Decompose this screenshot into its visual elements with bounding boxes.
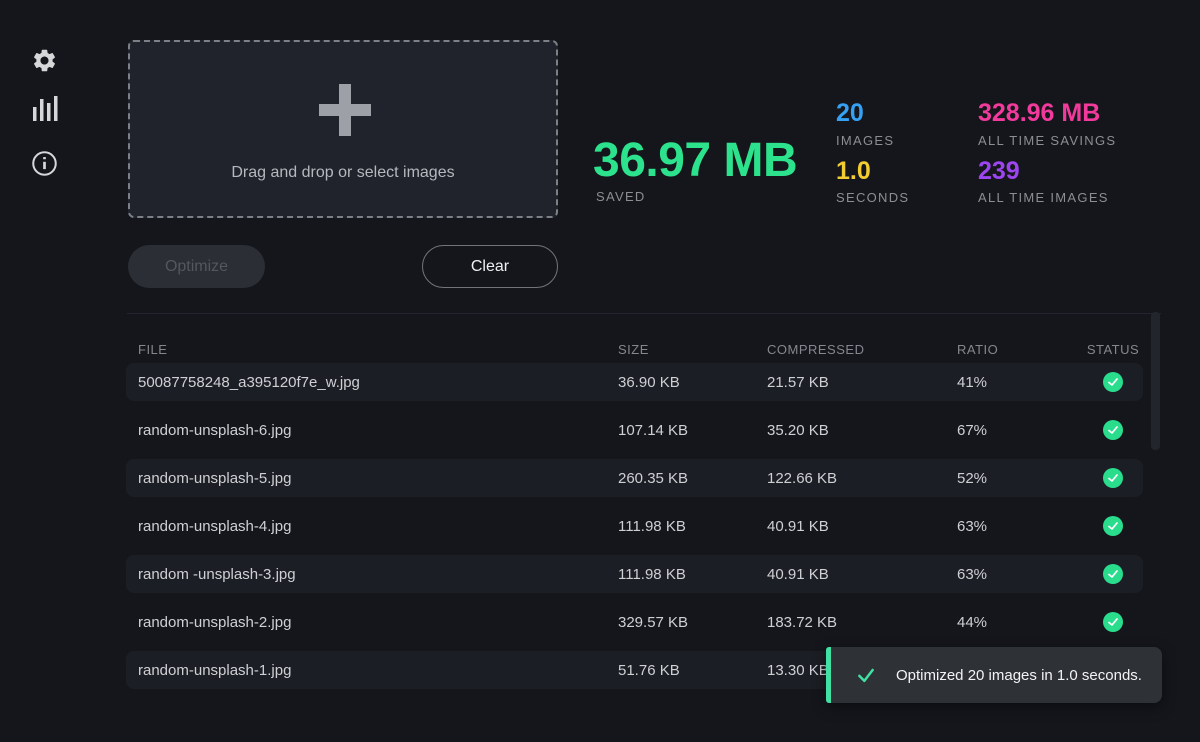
success-check-icon (1103, 468, 1123, 488)
status-cell (1083, 420, 1143, 440)
images-count-label: IMAGES (836, 133, 894, 148)
size-cell: 260.35 KB (618, 470, 767, 487)
seconds-label: SECONDS (836, 190, 909, 205)
compressed-cell: 40.91 KB (767, 518, 957, 535)
scrollbar-thumb[interactable] (1151, 312, 1160, 450)
ratio-cell: 44% (957, 614, 1083, 631)
gear-icon (31, 47, 58, 74)
section-divider (127, 313, 1161, 314)
compressed-cell: 183.72 KB (767, 614, 957, 631)
all-time-images-value: 239 (978, 157, 1020, 186)
success-check-icon (1103, 372, 1123, 392)
status-cell (1083, 468, 1143, 488)
all-time-savings-label: ALL TIME SAVINGS (978, 133, 1116, 148)
file-cell: 50087758248_a395120f7e_w.jpg (126, 374, 618, 391)
column-compressed: COMPRESSED (767, 342, 957, 357)
toast-message: Optimized 20 images in 1.0 seconds. (896, 667, 1142, 684)
status-cell (1083, 612, 1143, 632)
app-window: Drag and drop or select images 36.97 MB … (0, 0, 1200, 742)
table-header: FILE SIZE COMPRESSED RATIO STATUS (126, 341, 1143, 357)
column-ratio: RATIO (957, 342, 1083, 357)
compressed-cell: 40.91 KB (767, 566, 957, 583)
file-cell: random-unsplash-1.jpg (126, 662, 618, 679)
size-cell: 51.76 KB (618, 662, 767, 679)
sidebar-item-about[interactable] (30, 149, 58, 177)
plus-icon (319, 84, 371, 136)
table-row[interactable]: random-unsplash-2.jpg 329.57 KB 183.72 K… (126, 603, 1143, 641)
saved-value: 36.97 MB (593, 133, 797, 188)
table-row[interactable]: 50087758248_a395120f7e_w.jpg 36.90 KB 21… (126, 363, 1143, 401)
compressed-cell: 122.66 KB (767, 470, 957, 487)
size-cell: 111.98 KB (618, 518, 767, 535)
compressed-cell: 35.20 KB (767, 422, 957, 439)
size-cell: 107.14 KB (618, 422, 767, 439)
ratio-cell: 67% (957, 422, 1083, 439)
sidebar-item-stats[interactable] (30, 94, 58, 122)
toast: Optimized 20 images in 1.0 seconds. (826, 647, 1162, 703)
column-size: SIZE (618, 342, 767, 357)
optimize-button[interactable]: Optimize (128, 245, 265, 288)
toast-check-icon (856, 665, 876, 685)
column-file: FILE (126, 342, 618, 357)
file-cell: random-unsplash-5.jpg (126, 470, 618, 487)
ratio-cell: 41% (957, 374, 1083, 391)
ratio-cell: 63% (957, 566, 1083, 583)
sidebar-item-settings[interactable] (30, 46, 58, 74)
success-check-icon (1103, 612, 1123, 632)
files-table: FILE SIZE COMPRESSED RATIO STATUS 500877… (126, 341, 1143, 699)
seconds-value: 1.0 (836, 157, 871, 186)
compressed-cell: 21.57 KB (767, 374, 957, 391)
info-icon (31, 150, 58, 177)
success-check-icon (1103, 420, 1123, 440)
size-cell: 329.57 KB (618, 614, 767, 631)
dropzone-label: Drag and drop or select images (130, 164, 556, 182)
bar-chart-icon (31, 94, 58, 123)
column-status: STATUS (1083, 342, 1143, 357)
all-time-images-label: ALL TIME IMAGES (978, 190, 1109, 205)
file-cell: random -unsplash-3.jpg (126, 566, 618, 583)
size-cell: 36.90 KB (618, 374, 767, 391)
size-cell: 111.98 KB (618, 566, 767, 583)
file-cell: random-unsplash-4.jpg (126, 518, 618, 535)
dropzone[interactable]: Drag and drop or select images (128, 40, 558, 218)
images-count-value: 20 (836, 99, 864, 128)
ratio-cell: 63% (957, 518, 1083, 535)
table-row[interactable]: random -unsplash-3.jpg 111.98 KB 40.91 K… (126, 555, 1143, 593)
clear-button[interactable]: Clear (422, 245, 558, 288)
all-time-savings-value: 328.96 MB (978, 99, 1100, 128)
file-cell: random-unsplash-2.jpg (126, 614, 618, 631)
table-row[interactable]: random-unsplash-5.jpg 260.35 KB 122.66 K… (126, 459, 1143, 497)
file-cell: random-unsplash-6.jpg (126, 422, 618, 439)
status-cell (1083, 516, 1143, 536)
success-check-icon (1103, 564, 1123, 584)
table-row[interactable]: random-unsplash-4.jpg 111.98 KB 40.91 KB… (126, 507, 1143, 545)
status-cell (1083, 372, 1143, 392)
success-check-icon (1103, 516, 1123, 536)
table-row[interactable]: random-unsplash-6.jpg 107.14 KB 35.20 KB… (126, 411, 1143, 449)
saved-label: SAVED (596, 189, 646, 204)
status-cell (1083, 564, 1143, 584)
ratio-cell: 52% (957, 470, 1083, 487)
